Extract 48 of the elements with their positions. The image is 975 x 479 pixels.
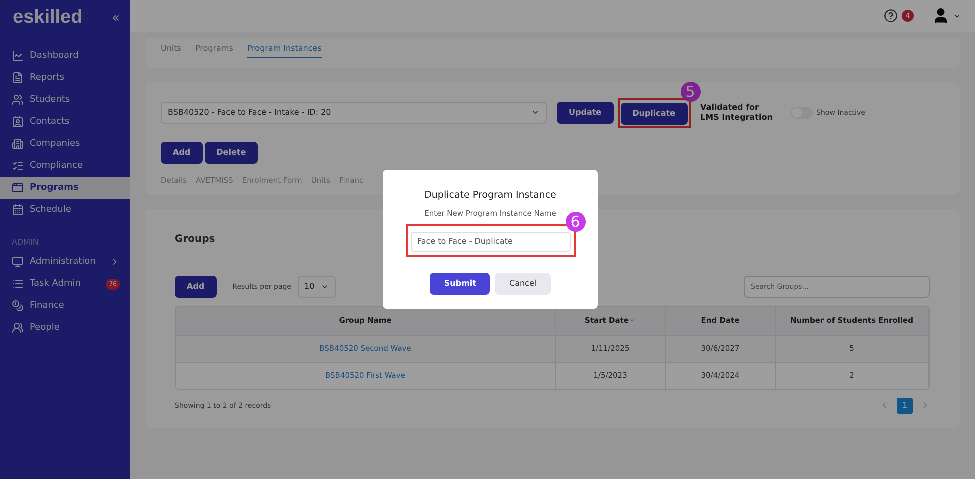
duplicate-button[interactable]: Duplicate — [620, 102, 688, 124]
building-icon — [12, 138, 24, 150]
update-button[interactable]: Update — [557, 102, 614, 124]
contact-icon — [12, 116, 24, 128]
step-marker: 6 — [566, 212, 586, 232]
monitor-icon — [12, 256, 24, 268]
page-button[interactable]: 1 — [897, 398, 913, 414]
action-button[interactable]: Add — [161, 142, 203, 164]
user-icon[interactable] — [932, 7, 950, 25]
logo: eskilled — [13, 7, 83, 29]
sidebar-item[interactable]: Finance — [0, 295, 130, 317]
sidebar-item[interactable]: Compliance — [0, 155, 130, 177]
page-size-select[interactable]: 10 — [298, 276, 336, 298]
report-icon — [12, 72, 24, 84]
caret-icon[interactable] — [954, 12, 961, 20]
section-label: ADMIN — [11, 237, 40, 249]
help-icon[interactable] — [884, 9, 898, 23]
sidebar-item[interactable]: Dashboard — [0, 45, 130, 67]
calendar-icon — [12, 204, 24, 216]
tab[interactable]: Programs — [195, 44, 234, 58]
people-icon — [12, 322, 24, 334]
instance-select[interactable]: BSB40520 - Face to Face - Intake - ID: 20 — [161, 102, 547, 124]
window-icon — [12, 182, 24, 194]
name-field[interactable]: Face to Face - Duplicate — [410, 232, 570, 252]
validated-label: Validated for LMS Integration — [700, 103, 774, 122]
checklist-icon — [12, 160, 24, 172]
dialog-title: Duplicate Program Instance — [424, 190, 556, 201]
sidebar-item[interactable]: People — [0, 317, 130, 339]
section-title: Groups — [175, 234, 216, 244]
sidebar-item[interactable]: Contacts — [0, 111, 130, 133]
action-button[interactable]: Delete — [204, 142, 258, 164]
sidebar-item[interactable]: Reports — [0, 67, 130, 89]
sidebar-item[interactable]: Schedule — [0, 199, 130, 221]
sort-icon — [628, 317, 636, 324]
users-icon — [12, 94, 24, 106]
chart-icon — [12, 50, 24, 62]
sidebar-item[interactable]: Programs — [0, 177, 130, 199]
tab[interactable]: Program Instances — [247, 44, 322, 58]
cancel-button[interactable]: Cancel — [495, 272, 551, 294]
sidebar-item[interactable]: Students — [0, 89, 130, 111]
coins-icon — [12, 300, 24, 312]
sidebar-item[interactable]: Companies — [0, 133, 130, 155]
submit-button[interactable]: Submit — [430, 272, 490, 294]
collapse-button[interactable]: « — [112, 10, 120, 26]
tab[interactable]: Units — [161, 44, 182, 58]
add-button[interactable]: Add — [175, 276, 217, 298]
sidebar-item[interactable]: Administration — [0, 251, 130, 273]
step-marker: 5 — [680, 82, 701, 102]
